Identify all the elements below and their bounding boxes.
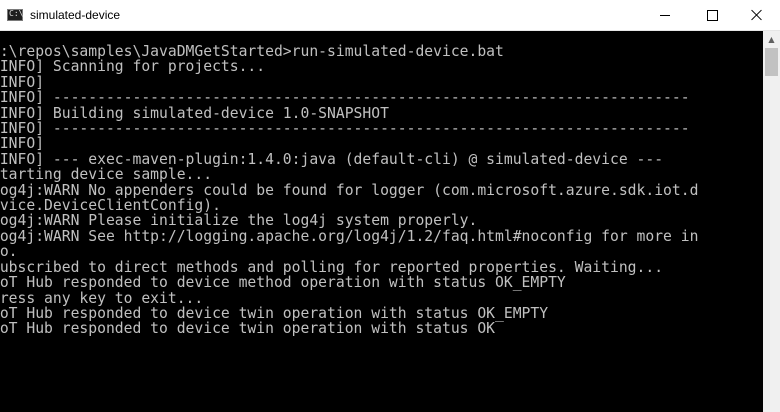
title-bar[interactable]: C:\ simulated-device xyxy=(0,0,780,31)
window-title: simulated-device xyxy=(30,8,121,22)
maximize-icon xyxy=(706,9,718,21)
maximize-button[interactable] xyxy=(689,0,735,30)
console-window: C:\ simulated-device c:\repos\samples\Ja… xyxy=(0,0,780,412)
console-line: log4j:WARN See http://logging.apache.org… xyxy=(0,227,699,245)
vertical-scrollbar[interactable]: ▲ xyxy=(763,31,780,412)
app-icon-glyph: C:\ xyxy=(9,9,24,18)
console-text: c:\repos\samples\JavaDMGetStarted>run-si… xyxy=(0,44,698,337)
console-line: IoT Hub responded to device twin operati… xyxy=(0,320,496,338)
close-button[interactable] xyxy=(734,0,780,30)
minimize-button[interactable] xyxy=(642,0,688,30)
scroll-up-arrow-icon[interactable]: ▲ xyxy=(763,31,780,48)
console-output[interactable]: c:\repos\samples\JavaDMGetStarted>run-si… xyxy=(0,31,763,412)
command-prompt-icon[interactable]: C:\ xyxy=(7,9,23,21)
scroll-thumb[interactable] xyxy=(765,48,778,76)
console-line: [INFO] ---------------------------------… xyxy=(0,120,690,138)
close-icon xyxy=(751,9,763,21)
minimize-icon xyxy=(660,14,670,16)
